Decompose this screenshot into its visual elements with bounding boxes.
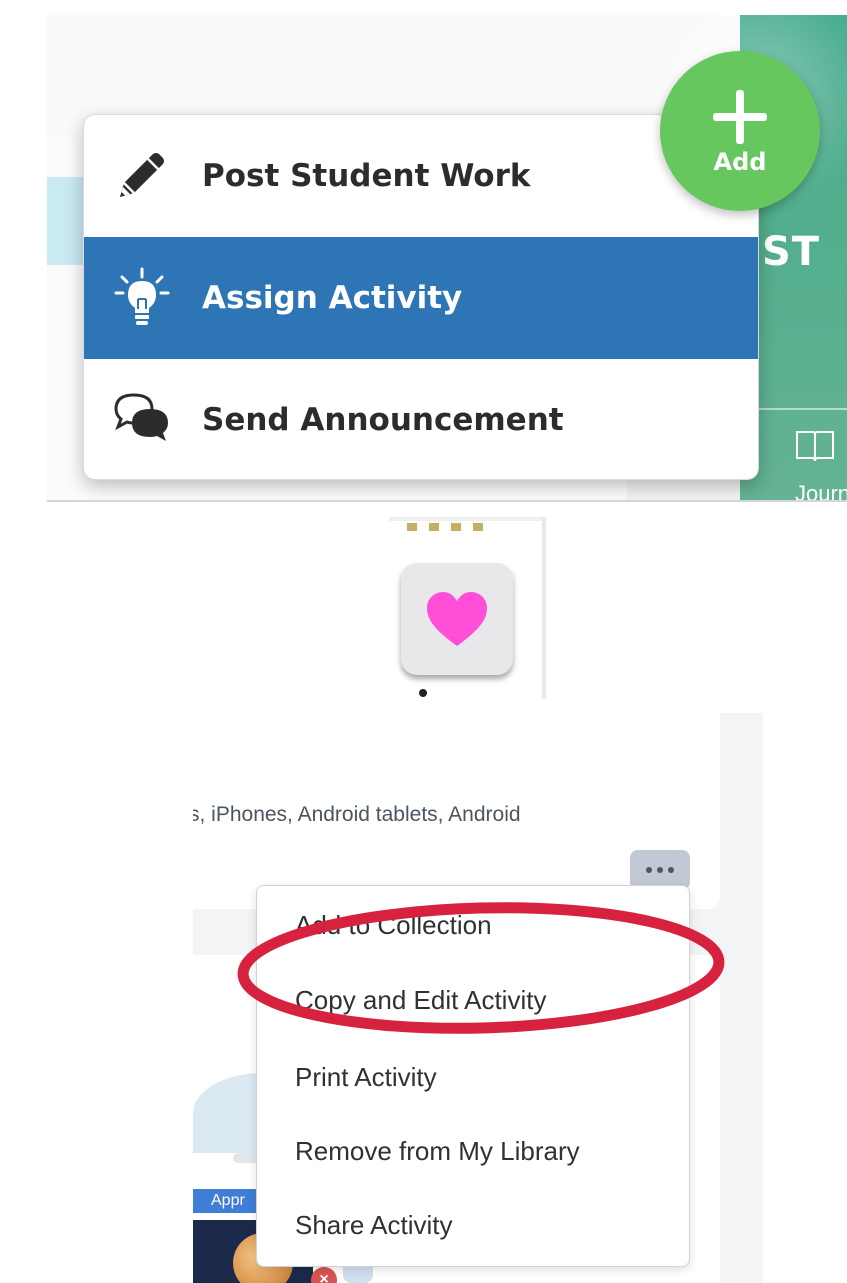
pencil-icon: [120, 153, 164, 197]
menu-item-label: Assign Activity: [202, 280, 463, 316]
menu-item-assign-activity[interactable]: Assign Activity: [84, 237, 758, 359]
menu-item-remove-from-my-library[interactable]: Remove from My Library: [295, 1136, 580, 1167]
menu-item-post-student-work[interactable]: Post Student Work: [84, 115, 758, 237]
menu-item-copy-and-edit-activity[interactable]: Copy and Edit Activity: [295, 985, 546, 1016]
more-options-button[interactable]: [630, 850, 690, 890]
heart-icon: [427, 592, 487, 646]
add-dropdown-menu: Post Student Work Assign Activity Send A…: [83, 114, 759, 480]
image-edge: [389, 517, 546, 521]
menu-item-add-to-collection[interactable]: Add to Collection: [295, 910, 492, 941]
like-button[interactable]: [401, 563, 513, 675]
add-menu-screenshot: ST Journ Post Student Work Assign Activi…: [47, 15, 847, 502]
activity-options-screenshot: s, iPhones, Android tablets, Android App…: [193, 713, 763, 1283]
add-button-label: Add: [713, 148, 767, 176]
menu-item-share-activity[interactable]: Share Activity: [295, 1210, 453, 1241]
journal-icon[interactable]: [795, 429, 835, 463]
supported-platforms-text: s, iPhones, Android tablets, Android: [193, 803, 521, 826]
decorative-dots: [407, 523, 487, 531]
plus-icon: [713, 90, 767, 144]
menu-item-print-activity[interactable]: Print Activity: [295, 1062, 437, 1093]
ellipsis-icon: [646, 867, 652, 873]
add-button[interactable]: Add: [660, 51, 820, 211]
heart-button-screenshot: [349, 517, 546, 699]
menu-item-send-announcement[interactable]: Send Announcement: [84, 359, 758, 479]
chat-bubbles-icon: [114, 393, 168, 441]
image-edge: [542, 517, 546, 699]
activity-options-menu: Add to Collection Copy and Edit Activity…: [256, 885, 690, 1267]
lightbulb-icon: [114, 267, 170, 325]
side-panel-heading: ST: [762, 229, 821, 275]
decorative-dot: [419, 689, 427, 697]
ellipsis-icon: [668, 867, 674, 873]
journal-tab-label[interactable]: Journ: [795, 481, 847, 500]
menu-item-label: Post Student Work: [202, 158, 531, 194]
menu-item-label: Send Announcement: [202, 402, 564, 438]
ellipsis-icon: [657, 867, 663, 873]
status-badge: Appr: [193, 1189, 263, 1213]
